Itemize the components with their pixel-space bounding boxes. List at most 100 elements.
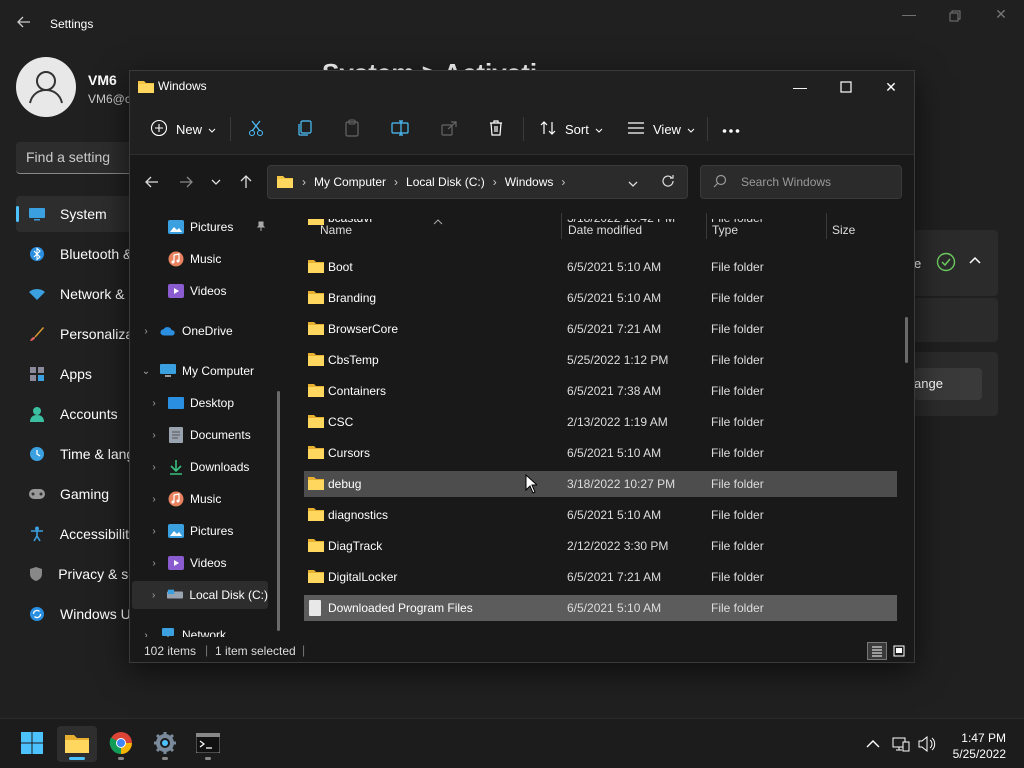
table-row[interactable]: diagnostics 6/5/2021 5:10 AM File folder [304,502,897,528]
table-row[interactable]: CbsTemp 5/25/2022 1:12 PM File folder [304,347,897,373]
table-row[interactable]: DiagTrack 2/12/2022 3:30 PM File folder [304,533,897,559]
find-setting-input[interactable]: Find a setting [16,142,136,174]
share-button[interactable] [440,115,458,143]
restore-icon[interactable] [942,6,968,26]
back-arrow-icon[interactable] [140,171,164,193]
rename-button[interactable] [391,115,409,143]
chevron-right-icon[interactable]: › [140,326,152,337]
nav-scrollbar[interactable] [277,391,280,631]
table-row[interactable]: Cursors 6/5/2021 5:10 AM File folder [304,440,897,466]
table-row[interactable]: BrowserCore 6/5/2021 7:21 AM File folder [304,316,897,342]
paste-button[interactable] [343,115,361,143]
network-icon[interactable] [890,734,912,754]
chevron-right-icon[interactable]: › [148,398,160,409]
settings-nav-system[interactable]: System [16,196,136,232]
nav-item-desktop[interactable]: › Desktop [148,389,234,417]
view-button[interactable]: View [627,115,695,143]
explorer-titlebar[interactable]: Windows — ✕ [130,71,914,103]
nav-item-downloads[interactable]: › Downloads [148,453,249,481]
activation-card[interactable]: e [914,230,998,296]
chevron-right-icon[interactable]: › [148,558,160,569]
list-vertical-scrollbar[interactable] [905,317,908,363]
settings-nav-windows-update[interactable]: Windows U [16,596,136,632]
minimize-icon[interactable]: — [896,6,922,26]
nav-item-my-computer[interactable]: ⌄ My Computer [140,357,254,385]
taskbar-settings[interactable] [145,726,185,762]
nav-item-videos[interactable]: › Videos [148,549,226,577]
breadcrumb-separator[interactable]: › [561,175,565,189]
chevron-up-icon[interactable] [968,254,982,271]
settings-nav-bluetooth[interactable]: Bluetooth & [16,236,136,272]
delete-button[interactable] [487,115,505,143]
chevron-right-icon[interactable]: › [148,526,160,537]
chevron-up-icon[interactable] [862,734,884,754]
table-row[interactable]: Boot 6/5/2021 5:10 AM File folder [304,254,897,280]
chevron-right-icon[interactable]: › [140,630,152,638]
start-button[interactable] [12,726,52,762]
settings-nav-network[interactable]: Network & [16,276,136,312]
nav-item-pictures-quick[interactable]: Pictures [168,213,272,241]
chevron-right-icon[interactable]: › [148,430,160,441]
file-name: Cursors [328,446,371,460]
sort-button[interactable]: Sort [539,115,603,143]
settings-nav-time-language[interactable]: Time & lang [16,436,136,472]
chevron-down-icon[interactable] [628,177,638,191]
nav-item-onedrive[interactable]: › OneDrive [140,317,232,345]
pin-icon[interactable] [256,220,266,234]
large-icons-view-icon[interactable] [890,642,908,660]
taskbar-chrome[interactable] [101,726,141,762]
details-view-icon[interactable] [867,642,887,660]
nav-item-music[interactable]: › Music [148,485,221,513]
file-type: File folder [711,508,764,522]
avatar[interactable] [16,57,76,117]
chevron-right-icon[interactable]: › [148,494,160,505]
nav-item-videos-quick[interactable]: Videos [168,277,226,305]
forward-arrow-icon[interactable] [174,171,198,193]
settings-nav-privacy[interactable]: Privacy & se [16,556,136,592]
chevron-right-icon[interactable]: › [148,462,160,473]
settings-nav-personalization[interactable]: Personaliza [16,316,136,352]
table-row[interactable]: bcastdvr 3/18/2022 10:42 PM File folder [304,219,897,231]
nav-item-pictures[interactable]: › Pictures [148,517,233,545]
breadcrumb-my-computer[interactable]: My Computer [314,175,386,189]
table-row[interactable]: debug 3/18/2022 10:27 PM File folder [304,471,897,497]
close-icon[interactable]: ✕ [868,75,914,99]
up-arrow-icon[interactable] [234,171,258,193]
nav-item-documents[interactable]: › Documents [148,421,251,449]
breadcrumb-windows[interactable]: Windows [505,175,554,189]
search-box[interactable]: Search Windows [700,165,902,199]
settings-nav-apps[interactable]: Apps [16,356,136,392]
taskbar-terminal[interactable] [188,726,228,762]
settings-nav-gaming[interactable]: Gaming [16,476,136,512]
table-row[interactable]: DigitalLocker 6/5/2021 7:21 AM File folder [304,564,897,590]
settings-nav-label: Privacy & se [58,566,136,582]
nav-item-network[interactable]: › Network [140,621,226,637]
close-icon[interactable]: ✕ [988,6,1014,26]
breadcrumb-local-disk[interactable]: Local Disk (C:) [406,175,485,189]
volume-icon[interactable] [916,734,938,754]
system-clock[interactable]: 1:47 PM 5/25/2022 [953,730,1006,762]
table-row[interactable]: CSC 2/13/2022 1:19 AM File folder [304,409,897,435]
cut-button[interactable] [247,115,265,143]
new-button[interactable]: New [150,115,216,143]
change-button[interactable]: ange [914,368,982,400]
back-arrow-icon[interactable] [16,14,36,34]
chevron-down-icon[interactable]: ⌄ [140,366,152,377]
copy-button[interactable] [296,115,314,143]
recent-locations-icon[interactable] [204,171,228,193]
settings-nav-accessibility[interactable]: Accessibility [16,516,136,552]
table-row[interactable]: Downloaded Program Files 6/5/2021 5:10 AM… [304,595,897,621]
chevron-right-icon[interactable]: › [148,590,159,601]
refresh-icon[interactable] [661,174,675,191]
settings-nav-label: Accounts [60,406,118,422]
maximize-icon[interactable] [823,75,869,99]
minimize-icon[interactable]: — [777,75,823,99]
nav-item-music-quick[interactable]: Music [168,245,221,273]
taskbar-file-explorer[interactable] [57,726,97,762]
nav-item-local-disk[interactable]: › Local Disk (C:) [132,581,268,609]
settings-nav-accounts[interactable]: Accounts [16,396,136,432]
table-row[interactable]: Branding 6/5/2021 5:10 AM File folder [304,285,897,311]
more-options-button[interactable] [722,115,740,143]
table-row[interactable]: Containers 6/5/2021 7:38 AM File folder [304,378,897,404]
address-bar[interactable]: › My Computer › Local Disk (C:) › Window… [267,165,688,199]
